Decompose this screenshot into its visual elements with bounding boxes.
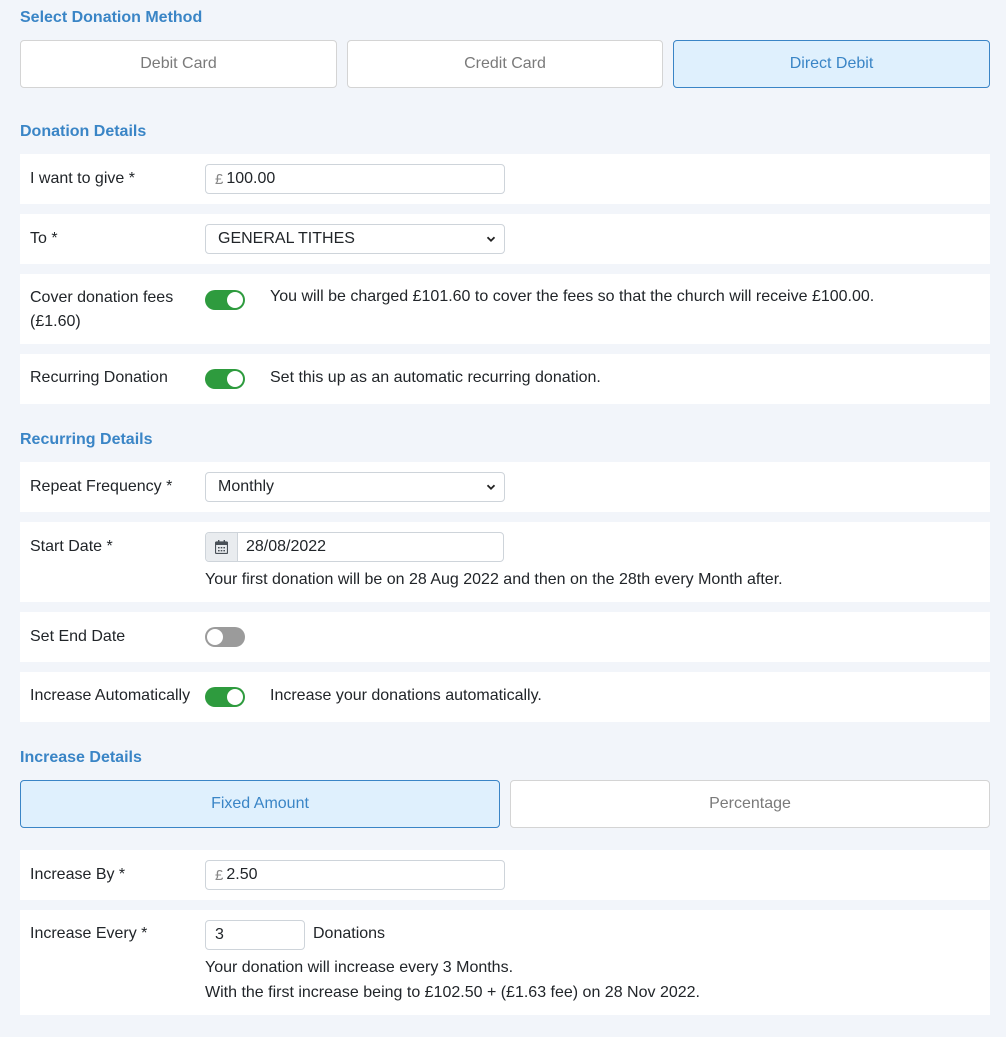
- frequency-label: Repeat Frequency *: [30, 478, 173, 495]
- chevron-down-icon: [486, 484, 496, 490]
- increase-by-value: 2.50: [226, 866, 258, 883]
- recurring-label: Recurring Donation: [30, 369, 168, 386]
- section-title-increase-details: Increase Details: [20, 749, 142, 766]
- toggle-knob: [227, 371, 243, 387]
- amount-value: 100.00: [226, 170, 276, 187]
- recurring-text: Set this up as an automatic recurring do…: [270, 369, 601, 386]
- amount-input[interactable]: £ 100.00: [205, 164, 505, 194]
- toggle-knob: [227, 689, 243, 705]
- increase-helper-line2: With the first increase being to £102.50…: [205, 984, 700, 1001]
- cover-fees-label-line1: Cover donation fees: [30, 289, 174, 306]
- cover-fees-row: Cover donation fees (£1.60) You will be …: [20, 274, 990, 344]
- section-title-recurring-details: Recurring Details: [20, 431, 153, 448]
- fund-select[interactable]: GENERAL TITHES: [205, 224, 505, 254]
- increase-every-unit: Donations: [313, 925, 386, 942]
- cover-fees-toggle[interactable]: [205, 290, 245, 310]
- currency-symbol: £: [215, 170, 224, 188]
- increase-every-label: Increase Every *: [30, 925, 148, 942]
- fund-row: To * GENERAL TITHES: [20, 214, 990, 264]
- method-direct-debit-button[interactable]: Direct Debit: [673, 40, 990, 88]
- start-date-value: 28/08/2022: [246, 538, 327, 555]
- increase-every-value: 3: [215, 926, 224, 943]
- increase-auto-toggle[interactable]: [205, 687, 245, 707]
- method-credit-card-button[interactable]: Credit Card: [347, 40, 663, 88]
- start-date-row: Start Date * 28/08/2022 Your first donat…: [20, 522, 990, 602]
- increase-by-input[interactable]: £ 2.50: [205, 860, 505, 890]
- increase-auto-row: Increase Automatically Increase your don…: [20, 672, 990, 722]
- increase-fixed-amount-button[interactable]: Fixed Amount: [20, 780, 500, 828]
- cover-fees-amount: (£1.60): [30, 313, 81, 330]
- increase-by-row: Increase By * £ 2.50: [20, 850, 990, 900]
- start-date-label: Start Date *: [30, 538, 113, 555]
- increase-every-input[interactable]: 3: [205, 920, 305, 950]
- cover-fees-text: You will be charged £101.60 to cover the…: [270, 288, 875, 305]
- fund-label: To *: [30, 230, 58, 247]
- increase-percentage-button[interactable]: Percentage: [510, 780, 990, 828]
- start-date-input[interactable]: 28/08/2022: [205, 532, 504, 562]
- fund-selected-value: GENERAL TITHES: [218, 230, 355, 247]
- calendar-icon: [215, 540, 228, 554]
- amount-label: I want to give *: [30, 170, 135, 187]
- increase-helper-line1: Your donation will increase every 3 Mont…: [205, 959, 514, 976]
- end-date-label: Set End Date: [30, 628, 126, 645]
- increase-auto-label: Increase Automatically: [30, 687, 191, 704]
- section-title-donation-details: Donation Details: [20, 123, 147, 140]
- end-date-row: Set End Date: [20, 612, 990, 662]
- increase-every-row: Increase Every * 3 Donations Your donati…: [20, 910, 990, 1015]
- toggle-knob: [207, 629, 223, 645]
- recurring-row: Recurring Donation Set this up as an aut…: [20, 354, 990, 404]
- currency-symbol: £: [215, 866, 224, 884]
- toggle-knob: [227, 292, 243, 308]
- frequency-select[interactable]: Monthly: [205, 472, 505, 502]
- increase-auto-text: Increase your donations automatically.: [270, 687, 542, 704]
- increase-by-label: Increase By *: [30, 866, 126, 883]
- method-debit-card-button[interactable]: Debit Card: [20, 40, 337, 88]
- frequency-selected-value: Monthly: [218, 478, 275, 495]
- chevron-down-icon: [486, 236, 496, 242]
- frequency-row: Repeat Frequency * Monthly: [20, 462, 990, 512]
- calendar-button[interactable]: [206, 533, 238, 561]
- start-date-helper: Your first donation will be on 28 Aug 20…: [205, 571, 783, 588]
- amount-row: I want to give * £ 100.00: [20, 154, 990, 204]
- end-date-toggle[interactable]: [205, 627, 245, 647]
- cover-fees-label: Cover donation fees (£1.60): [30, 286, 173, 334]
- recurring-toggle[interactable]: [205, 369, 245, 389]
- section-title-donation-method: Select Donation Method: [20, 9, 203, 26]
